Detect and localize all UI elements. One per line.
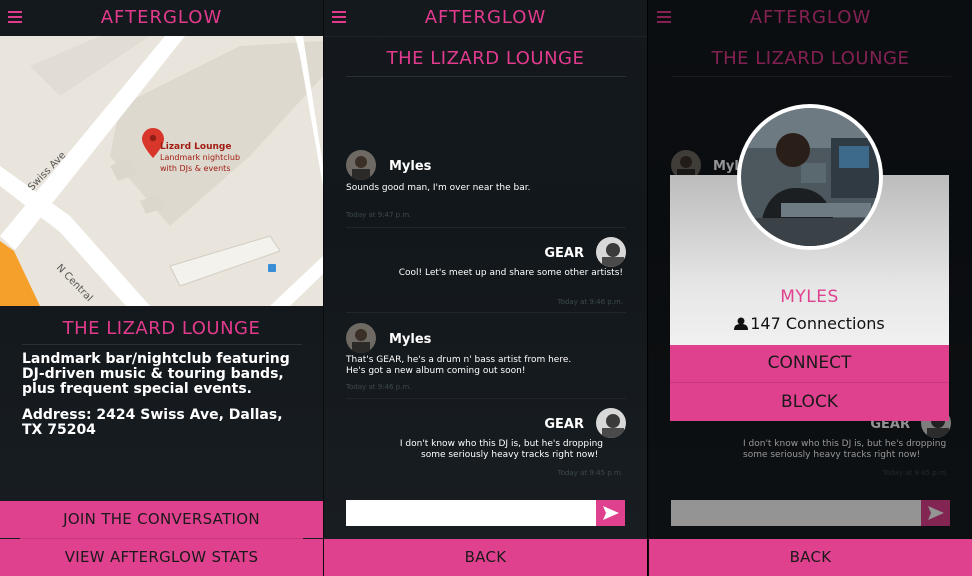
profile-avatar <box>737 104 883 250</box>
block-button[interactable]: BLOCK <box>670 383 949 421</box>
message-text: I don't know who this DJ is, but he's dr… <box>399 439 603 449</box>
sender-name: GEAR <box>544 246 584 261</box>
divider <box>22 344 302 345</box>
top-bar: AFTERGLOW <box>324 0 647 36</box>
send-icon <box>603 506 619 520</box>
sender-name: Myles <box>389 332 432 347</box>
avatar[interactable] <box>346 323 376 353</box>
avatar[interactable] <box>346 150 376 180</box>
back-button[interactable]: BACK <box>649 539 972 576</box>
chat-screen: AFTERGLOW THE LIZARD LOUNGE Myles Sounds… <box>324 0 647 576</box>
avatar[interactable] <box>596 408 626 438</box>
person-icon <box>734 317 749 330</box>
message-text: some seriously heavy tracks right now! <box>421 450 599 460</box>
top-bar: AFTERGLOW <box>0 0 323 36</box>
message-time: Today at 9:45 p.m. <box>557 469 623 477</box>
message-text: Sounds good man, I'm over near the bar. <box>346 183 531 193</box>
avatar[interactable] <box>596 237 626 267</box>
back-button[interactable]: BACK <box>324 539 647 576</box>
message-text: Cool! Let's meet up and share some other… <box>398 268 623 278</box>
app-brand: AFTERGLOW <box>100 7 223 28</box>
message-text: That's GEAR, he's a drum n' bass artist … <box>346 355 572 365</box>
message-input[interactable] <box>346 500 596 526</box>
message-time: Today at 9:46 p.m. <box>346 383 412 391</box>
venue-map[interactable]: Swiss Ave N Central Lizard Lounge Landma… <box>0 36 323 306</box>
app-brand: AFTERGLOW <box>424 7 547 28</box>
message-time: Today at 9:47 p.m. <box>346 211 412 219</box>
message-text: He's got a new album coming out soon! <box>346 366 526 376</box>
connect-button[interactable]: CONNECT <box>670 345 949 382</box>
profile-name: MYLES <box>780 287 839 307</box>
venue-title: THE LIZARD LOUNGE <box>62 318 261 339</box>
send-button[interactable] <box>596 500 625 526</box>
venue-screen: AFTERGLOW Swiss Ave N Central Lizard Lou… <box>0 0 323 576</box>
sender-name: Myles <box>389 159 432 174</box>
connections-label: 147 Connections <box>750 314 885 333</box>
venue-address: Address: 2424 Swiss Ave, Dallas, TX 7520… <box>22 407 283 438</box>
sender-name: GEAR <box>544 417 584 432</box>
venue-description: Landmark bar/nightclub featuring DJ-driv… <box>22 351 290 397</box>
join-conversation-button[interactable]: JOIN THE CONVERSATION <box>0 501 323 538</box>
app-screens: AFTERGLOW Swiss Ave N Central Lizard Lou… <box>0 0 972 576</box>
pin-title: Lizard Lounge <box>160 142 231 152</box>
chat-title: THE LIZARD LOUNGE <box>386 48 585 69</box>
pin-subtitle-1: Landmark nightclub <box>160 153 240 162</box>
view-stats-button[interactable]: VIEW AFTERGLOW STATS <box>0 539 323 576</box>
connections-count: 147 Connections <box>670 314 949 333</box>
pin-subtitle-2: with DJs & events <box>160 164 230 173</box>
message-time: Today at 9:46 p.m. <box>557 298 623 306</box>
